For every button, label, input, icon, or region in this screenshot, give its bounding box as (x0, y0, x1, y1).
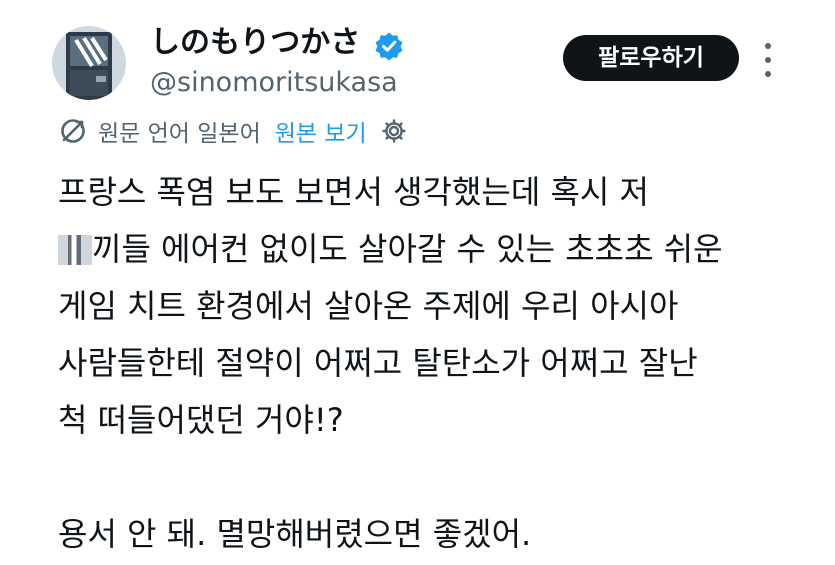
tweet-line-2: 끼들 에어컨 없이도 살아갈 수 있는 초초초 쉬운 (58, 221, 818, 278)
tweet-line-6: 용서 안 돼. 멸망해버렸으면 좋겠어. (58, 515, 532, 553)
follow-button[interactable]: 팔로우하기 (563, 35, 739, 81)
tweet-line-4: 사람들한테 절약이 어쩌고 탈탄소가 어쩌고 잘난 (58, 344, 698, 382)
author-avatar[interactable] (52, 26, 126, 100)
tweet-line-3: 게임 치트 환경에서 살아온 주제에 우리 아시아 (58, 287, 679, 325)
translation-source-label: 원문 언어 일본어 (98, 121, 261, 147)
avatar-image (52, 26, 126, 100)
verified-badge-icon (375, 32, 403, 61)
show-original-link[interactable]: 원본 보기 (275, 114, 367, 148)
gear-icon[interactable] (381, 118, 407, 144)
censored-word-mark (58, 235, 92, 265)
author-display-name[interactable]: しのもりつかさ (150, 24, 360, 62)
tweet-text: 프랑스 폭염 보도 보면서 생각했는데 혹시 저 끼들 에어컨 없이도 살아갈 … (58, 164, 818, 563)
author-handle[interactable]: @sinomoritsukasa (150, 66, 398, 100)
tweet-line-5: 척 떠들어댔던 거야!? (58, 401, 344, 439)
tweet-line-1: 프랑스 폭염 보도 보면서 생각했는데 혹시 저 (58, 173, 649, 211)
tweet-line-2-text: 끼들 에어컨 없이도 살아갈 수 있는 초초초 쉬운 (92, 230, 723, 268)
translation-notice: 원문 언어 일본어 원본 보기 (58, 114, 407, 148)
more-vertical-icon[interactable] (760, 38, 776, 82)
paragraph-break (58, 449, 818, 506)
translate-icon (61, 119, 85, 143)
